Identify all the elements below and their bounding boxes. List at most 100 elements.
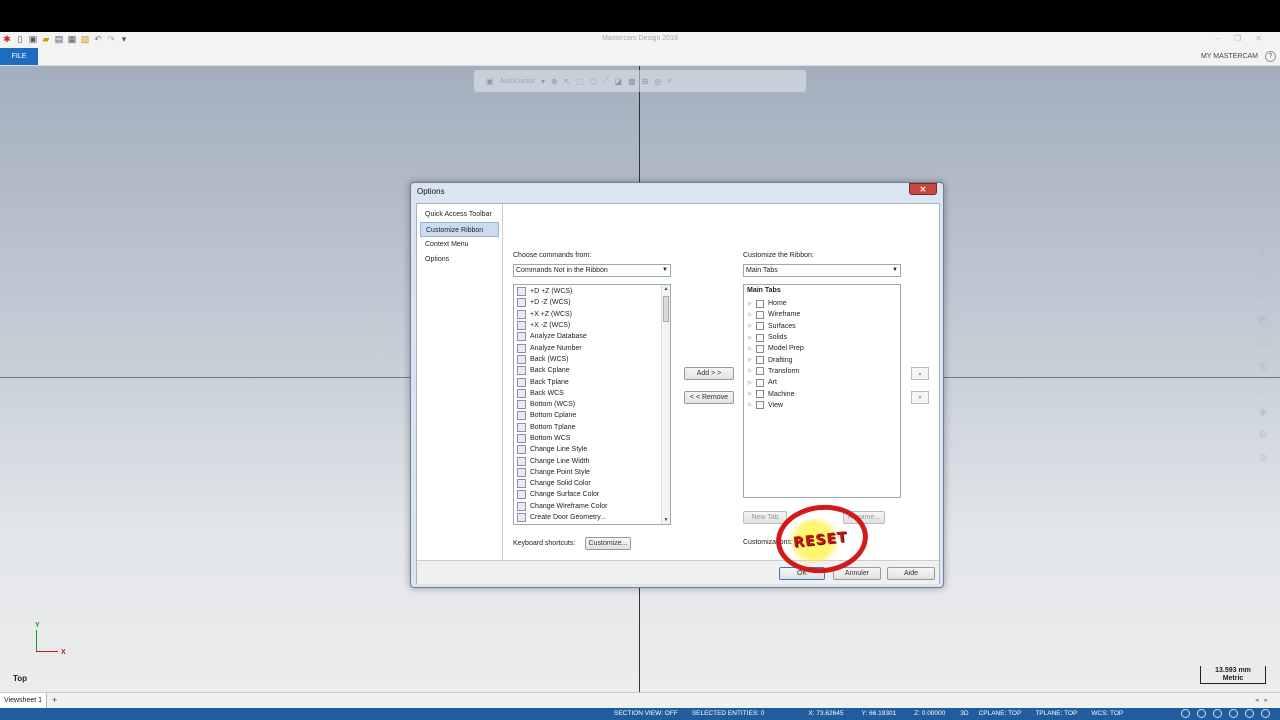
section-view-icon[interactable]: ⊟ <box>1256 268 1270 282</box>
restore-icon[interactable]: ❐ <box>1234 34 1241 43</box>
nav-options[interactable]: Options <box>420 252 499 267</box>
tab-checkbox[interactable] <box>756 390 764 399</box>
block-icon[interactable]: ⊘ <box>1256 452 1270 466</box>
zoom-icon[interactable]: ⌕ <box>667 76 671 86</box>
add-button[interactable]: Add > > <box>684 367 734 380</box>
command-item[interactable]: Bottom (WCS) <box>514 399 670 410</box>
vector-select-icon[interactable]: ⟋ <box>603 76 609 86</box>
select-mode-icon[interactable]: ▣ <box>486 77 494 86</box>
polygon-select-icon[interactable]: ⬡ <box>590 77 597 86</box>
choose-commands-select[interactable]: Commands Not in the Ribbon ▼ <box>513 264 671 277</box>
command-item[interactable]: +D +Z (WCS) <box>514 286 670 297</box>
rotate-view-icon[interactable]: ⟳ <box>1256 222 1270 236</box>
add-viewsheet-button[interactable]: + <box>52 693 57 708</box>
layers-icon[interactable]: ◈ <box>1256 406 1270 420</box>
status-z-coord[interactable]: Z: 0.00000 <box>914 708 945 720</box>
my-mastercam-link[interactable]: MY MASTERCAM <box>1201 53 1258 60</box>
command-item[interactable]: Change Wireframe Color <box>514 501 670 512</box>
ribbon-tab-item[interactable]: ▷ Art <box>744 377 900 388</box>
expand-icon[interactable]: ▷ <box>748 391 756 397</box>
minimize-icon[interactable]: – <box>1216 34 1220 43</box>
command-item[interactable]: Change Line Width <box>514 455 670 466</box>
command-item[interactable]: Create Door Geometry... <box>514 512 670 523</box>
cube-icon[interactable]: ◩ <box>1256 314 1270 328</box>
autocursor-label[interactable]: AutoCursor <box>500 78 535 85</box>
tab-checkbox[interactable] <box>756 401 764 410</box>
move-down-button[interactable]: ▼ <box>911 391 929 404</box>
render-icon[interactable] <box>1261 709 1270 718</box>
ribbon-tab-item[interactable]: ▷ Surfaces <box>744 321 900 332</box>
command-item[interactable]: Change Line Style <box>514 444 670 455</box>
translucency-icon[interactable] <box>1245 709 1254 718</box>
tab-checkbox[interactable] <box>756 322 764 331</box>
tab-checkbox[interactable] <box>756 344 764 353</box>
expand-icon[interactable]: ▷ <box>748 335 756 341</box>
ribbon-tabs-tree[interactable]: Main Tabs ▷ Home ▷ Wireframe ▷ Surfaces ▷ Solid… <box>743 284 901 498</box>
command-item[interactable]: Bottom Cplane <box>514 410 670 421</box>
close-window-icon[interactable]: ✕ <box>1255 34 1262 43</box>
expand-icon[interactable]: ▷ <box>748 357 756 363</box>
shaded-icon[interactable] <box>1229 709 1238 718</box>
ribbon-tab-item[interactable]: ▷ Machine <box>744 388 900 399</box>
command-item[interactable]: Change Surface Color <box>514 489 670 500</box>
command-item[interactable]: Analyze Number <box>514 342 670 353</box>
command-item[interactable]: Change Point Style <box>514 467 670 478</box>
expand-icon[interactable]: ▷ <box>748 301 756 307</box>
move-view-icon[interactable]: ⤡ <box>1256 199 1270 213</box>
scroll-thumb[interactable] <box>663 296 669 322</box>
hidden-line-icon[interactable] <box>1197 709 1206 718</box>
nav-context-menu[interactable]: Context Menu <box>420 237 499 252</box>
keyboard-customize-button[interactable]: Customize... <box>585 537 631 550</box>
ribbon-tab-item[interactable]: ▷ Home <box>744 298 900 309</box>
command-item[interactable]: Back Tplane <box>514 376 670 387</box>
expand-icon[interactable]: ▷ <box>748 402 756 408</box>
expand-icon[interactable]: ▷ <box>748 346 756 352</box>
status-cplane[interactable]: CPLANE: TOP <box>979 708 1022 720</box>
status-wcs[interactable]: WCS: TOP <box>1091 708 1123 720</box>
command-item[interactable]: +X -Z (WCS) <box>514 320 670 331</box>
nav-quick-access-toolbar[interactable]: Quick Access Toolbar <box>420 207 499 222</box>
filter-icon[interactable]: ▩ <box>628 77 636 86</box>
grid-icon[interactable]: ⊞ <box>642 77 649 86</box>
file-menu-button[interactable]: FILE <box>0 48 38 65</box>
ribbon-tab-item[interactable]: ▷ Transform <box>744 366 900 377</box>
window-select-icon[interactable]: ⬚ <box>576 77 584 86</box>
wireframe-view-icon[interactable] <box>1181 709 1190 718</box>
grid-view-icon[interactable]: ⋮ <box>1256 383 1270 397</box>
help-button[interactable]: Aide <box>887 567 935 580</box>
cursor-dropdown-icon[interactable]: ▾ <box>541 77 545 86</box>
commands-list[interactable]: +D +Z (WCS) +D -Z (WCS) +X +Z (WCS) +X -Z (… <box>513 284 671 525</box>
commands-scrollbar[interactable]: ▲ ▼ <box>661 285 670 524</box>
ribbon-tab-item[interactable]: ▷ Drafting <box>744 354 900 365</box>
command-item[interactable]: Bottom WCS <box>514 433 670 444</box>
ribbon-tab-item[interactable]: ▷ Wireframe <box>744 309 900 320</box>
customize-ribbon-select[interactable]: Main Tabs ▼ <box>743 264 901 277</box>
tab-checkbox[interactable] <box>756 367 764 376</box>
command-item[interactable]: Bottom Tplane <box>514 422 670 433</box>
sheet-scroll-arrows[interactable]: ◂▸ <box>1255 696 1274 704</box>
command-item[interactable]: +D -Z (WCS) <box>514 297 670 308</box>
help-icon[interactable]: ? <box>1265 51 1276 62</box>
expand-icon[interactable]: ▷ <box>748 380 756 386</box>
expand-icon[interactable]: ▷ <box>748 323 756 329</box>
tab-checkbox[interactable] <box>756 356 764 365</box>
expand-icon[interactable]: ▷ <box>748 312 756 318</box>
ribbon-tab-item[interactable]: ▷ View <box>744 400 900 411</box>
tab-checkbox[interactable] <box>756 378 764 387</box>
tab-checkbox[interactable] <box>756 299 764 308</box>
command-item[interactable]: Back (WCS) <box>514 354 670 365</box>
shaded-edges-icon[interactable] <box>1213 709 1222 718</box>
dialog-close-button[interactable]: ✕ <box>909 183 937 195</box>
expand-icon[interactable]: ▷ <box>748 368 756 374</box>
ribbon-tab-item[interactable]: ▷ Solids <box>744 332 900 343</box>
scroll-down-icon[interactable]: ▼ <box>662 517 670 523</box>
arrow-select-icon[interactable]: ↖ <box>564 77 571 86</box>
remove-button[interactable]: < < Remove <box>684 391 734 404</box>
gear-icon[interactable]: ⚙ <box>1256 429 1270 443</box>
command-item[interactable]: Change Solid Color <box>514 478 670 489</box>
command-item[interactable]: +X +Z (WCS) <box>514 309 670 320</box>
snap-icon[interactable]: ⊕ <box>551 77 558 86</box>
command-item[interactable]: Analyze Database <box>514 331 670 342</box>
status-section-view[interactable]: SECTION VIEW: OFF <box>614 708 678 720</box>
command-item[interactable]: Back WCS <box>514 388 670 399</box>
